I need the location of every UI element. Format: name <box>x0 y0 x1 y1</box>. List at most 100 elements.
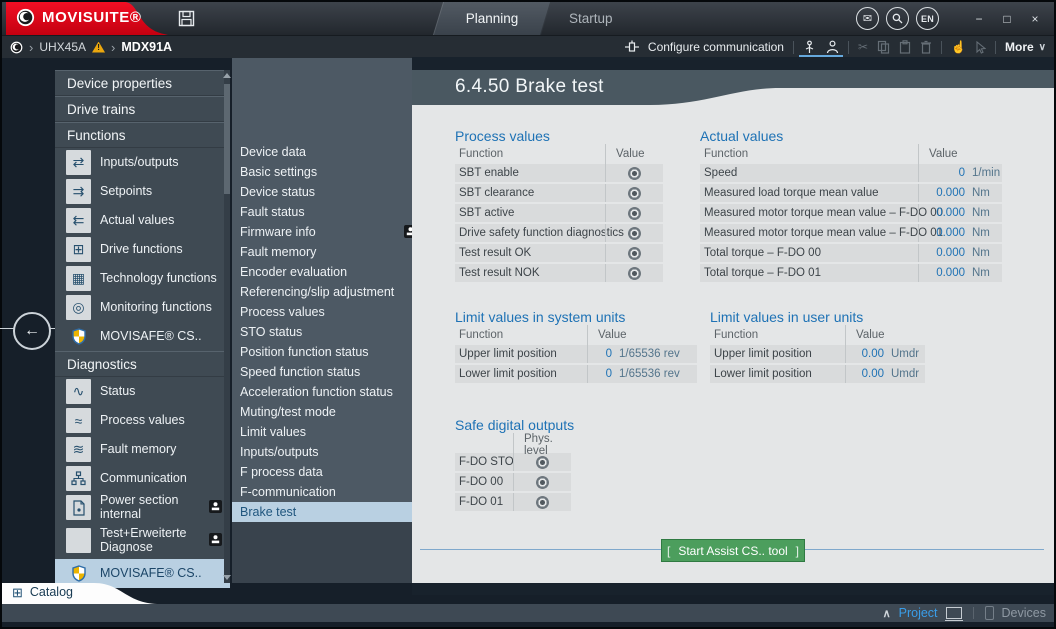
monitor-icon[interactable] <box>946 607 962 619</box>
copy-icon[interactable] <box>877 40 890 54</box>
device-icon[interactable] <box>985 606 994 620</box>
menu-item-device-data[interactable]: Device data <box>232 142 412 162</box>
configure-communication-icon[interactable] <box>625 40 639 54</box>
limit-system-title: Limit values in system units <box>455 309 625 325</box>
footer-divider <box>973 607 974 619</box>
sidebar-item-inputs-outputs[interactable]: ⇄ Inputs/outputs <box>55 148 230 177</box>
table-row: Test result OK <box>455 244 663 262</box>
view-switcher: ∧ Project Devices <box>883 604 1046 622</box>
sidebar-group-drive-trains[interactable]: Drive trains <box>55 96 230 122</box>
scroll-down-icon[interactable] <box>223 575 231 580</box>
table-row: Total torque – F-DO 00 0.000Nm <box>700 244 1002 262</box>
menu-item-firmware-info[interactable]: Firmware info <box>232 222 412 242</box>
page-glyph <box>72 500 86 516</box>
cut-icon[interactable]: ✂ <box>858 41 868 53</box>
limit-user-table: Function Value Upper limit position 0.00… <box>710 325 925 385</box>
maximize-button[interactable]: □ <box>998 12 1016 26</box>
breadcrumb-separator: › <box>29 41 33 54</box>
collapse-panel-button[interactable]: ← <box>13 312 51 350</box>
scrollbar-thumb[interactable] <box>224 84 230 194</box>
breadcrumb-node-uhx45a[interactable]: UHX45A <box>39 40 86 54</box>
menu-item-limit-values[interactable]: Limit values <box>232 422 412 442</box>
home-logo-icon[interactable] <box>10 41 23 54</box>
menu-item-position-function-status[interactable]: Position function status <box>232 342 412 362</box>
menu-item-device-status[interactable]: Device status <box>232 182 412 202</box>
catalog-icon: ⊞ <box>12 586 23 599</box>
warning-icon: ! <box>92 42 105 53</box>
save-icon[interactable] <box>178 10 195 27</box>
plug-icon[interactable] <box>803 40 816 54</box>
sidebar-scrollbar[interactable] <box>224 70 230 583</box>
menu-item-fault-status[interactable]: Fault status <box>232 202 412 222</box>
scroll-up-icon[interactable] <box>223 73 231 78</box>
user-icon[interactable] <box>826 40 839 54</box>
sidebar-item-technology-functions[interactable]: ▦ Technology functions <box>55 264 230 293</box>
unit: Nm <box>972 207 990 219</box>
configure-glyph <box>625 40 639 54</box>
paste-icon[interactable] <box>899 40 911 54</box>
sidebar-item-communication[interactable]: Communication <box>55 464 230 493</box>
sidebar-item-process-values[interactable]: ≈ Process values <box>55 406 230 435</box>
sidebar-group-diagnostics[interactable]: Diagnostics <box>55 351 230 377</box>
sidebar-item-power-section-internal[interactable]: Power section internal <box>55 493 230 522</box>
project-view-label[interactable]: Project <box>899 606 938 620</box>
network-icon <box>66 466 91 491</box>
search-icon[interactable] <box>886 7 909 30</box>
unit: 1/65536 rev <box>619 368 680 380</box>
table-row: Lower limit position 0.00Umdr <box>710 365 925 383</box>
catalog-tab[interactable]: ⊞ Catalog <box>12 585 73 599</box>
setpoints-icon: ⇉ <box>66 179 91 204</box>
fault-memory-icon: ≋ <box>66 437 91 462</box>
menu-item-inputs-outputs[interactable]: Inputs/outputs <box>232 442 412 462</box>
menu-item-fault-memory[interactable]: Fault memory <box>232 242 412 262</box>
sidebar-item-monitoring-functions[interactable]: ◎ Monitoring functions <box>55 293 230 322</box>
breadcrumb-node-mdx91a[interactable]: MDX91A <box>121 40 172 54</box>
sidebar-item-status[interactable]: ∿ Status <box>55 377 230 406</box>
language-badge[interactable]: EN <box>916 7 939 30</box>
menu-item-encoder-evaluation[interactable]: Encoder evaluation <box>232 262 412 282</box>
tab-startup[interactable]: Startup <box>555 2 627 35</box>
copy-glyph <box>877 40 890 54</box>
tab-planning[interactable]: Planning <box>433 2 551 35</box>
menu-item-f-process-data[interactable]: F process data <box>232 462 412 482</box>
pan-hand-icon[interactable]: ☝ <box>951 41 966 53</box>
toolbar: › UHX45A ! › MDX91A Configure communicat… <box>2 35 1054 58</box>
table-row: Test result NOK <box>455 264 663 282</box>
badge-glyph <box>209 533 222 546</box>
table-header: Function Value <box>700 144 1002 164</box>
sidebar-item-setpoints[interactable]: ⇉ Setpoints <box>55 177 230 206</box>
inputs-outputs-icon: ⇄ <box>66 150 91 175</box>
paste-glyph <box>899 40 911 54</box>
sidebar-item-drive-functions[interactable]: ⊞ Drive functions <box>55 235 230 264</box>
table-row: Measured motor torque mean value – F-DO … <box>700 204 1002 222</box>
minimize-button[interactable]: − <box>970 12 988 26</box>
delete-icon[interactable] <box>920 40 932 54</box>
table-row: SBT enable <box>455 164 663 182</box>
sidebar-item-actual-values[interactable]: ⇇ Actual values <box>55 206 230 235</box>
devices-view-label[interactable]: Devices <box>1002 606 1046 620</box>
menu-item-acceleration-function-status[interactable]: Acceleration function status <box>232 382 412 402</box>
device-menu-items: Device data Basic settings Device status… <box>232 142 412 522</box>
sidebar-item-test-erweiterte-diagnose[interactable]: Test+Erweiterte Diagnose <box>55 522 230 559</box>
sidebar-group-functions[interactable]: Functions <box>55 122 230 148</box>
value: 0.000 <box>929 267 965 279</box>
mail-icon[interactable]: ✉ <box>856 7 879 30</box>
process-values-icon: ≈ <box>66 408 91 433</box>
cursor-icon[interactable] <box>975 41 986 54</box>
start-assist-tool-button[interactable]: Start Assist CS.. tool <box>661 539 805 562</box>
menu-item-brake-test[interactable]: Brake test <box>232 502 412 522</box>
sidebar-group-device-properties[interactable]: Device properties <box>55 70 230 96</box>
sidebar-item-fault-memory[interactable]: ≋ Fault memory <box>55 435 230 464</box>
menu-item-referencing-slip-adjustment[interactable]: Referencing/slip adjustment <box>232 282 412 302</box>
menu-item-f-communication[interactable]: F-communication <box>232 482 412 502</box>
chevron-up-icon[interactable]: ∧ <box>883 607 891 620</box>
menu-item-muting-test-mode[interactable]: Muting/test mode <box>232 402 412 422</box>
menu-item-sto-status[interactable]: STO status <box>232 322 412 342</box>
configure-communication-label[interactable]: Configure communication <box>648 40 784 54</box>
close-button[interactable]: × <box>1026 12 1044 26</box>
menu-item-speed-function-status[interactable]: Speed function status <box>232 362 412 382</box>
menu-item-process-values[interactable]: Process values <box>232 302 412 322</box>
menu-item-basic-settings[interactable]: Basic settings <box>232 162 412 182</box>
more-menu[interactable]: More ∨ <box>1005 40 1046 54</box>
sidebar-item-movisafe-functions[interactable]: MOVISAFE® CS.. <box>55 322 230 351</box>
